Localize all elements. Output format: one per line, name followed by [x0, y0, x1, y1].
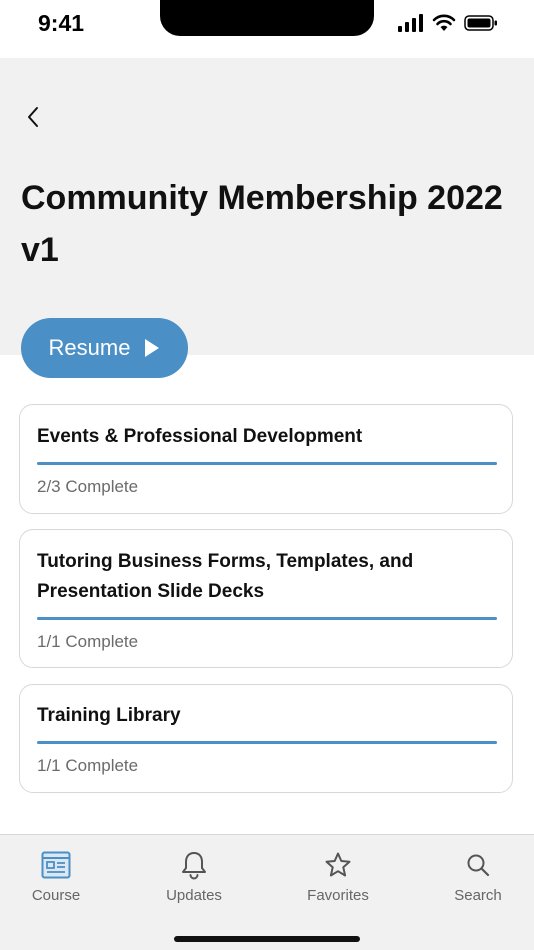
progress-fill: [37, 462, 497, 465]
home-indicator: [174, 936, 360, 942]
progress-bar: [37, 741, 497, 744]
search-icon: [462, 849, 494, 881]
card-title: Events & Professional Development: [37, 426, 363, 447]
module-card-tutoring-forms[interactable]: Tutoring Business Forms, Templates, and …: [19, 529, 513, 668]
resume-button[interactable]: Resume: [21, 318, 188, 378]
signal-icon: [398, 14, 423, 32]
progress-bar: [37, 617, 497, 620]
status-time: 9:41: [38, 10, 85, 36]
bell-icon: [178, 849, 210, 881]
back-button[interactable]: [18, 100, 48, 134]
progress-fill: [37, 741, 497, 744]
course-icon: [40, 849, 72, 881]
tab-course[interactable]: Course: [6, 849, 106, 909]
progress-fill: [37, 617, 497, 620]
battery-icon: [464, 15, 497, 31]
play-icon: [145, 339, 160, 357]
module-card-events[interactable]: Events & Professional Development 2/3 Co…: [19, 404, 513, 514]
resume-label: Resume: [48, 335, 131, 360]
star-icon: [322, 849, 354, 881]
camera-notch: [160, 0, 374, 36]
tab-updates[interactable]: Updates: [144, 849, 244, 909]
tab-label: Search: [454, 887, 502, 904]
module-card-training-library[interactable]: Training Library 1/1 Complete: [19, 684, 513, 793]
chevron-left-icon: [28, 107, 38, 127]
tab-favorites[interactable]: Favorites: [288, 849, 388, 909]
page-title: Community Membership 2022 v1: [21, 179, 503, 269]
card-status: 1/1 Complete: [37, 632, 139, 651]
card-title: Tutoring Business Forms, Templates, and …: [37, 551, 414, 602]
tab-search[interactable]: Search: [428, 849, 528, 909]
tab-bar: Course Updates Favorites Search: [0, 834, 534, 950]
card-status: 2/3 Complete: [37, 477, 139, 496]
status-icons: [398, 14, 498, 32]
tab-label: Course: [31, 887, 81, 904]
status-bar: 9:41: [0, 0, 534, 58]
progress-bar: [37, 462, 497, 465]
card-title: Training Library: [37, 705, 181, 726]
tab-label: Favorites: [307, 887, 369, 904]
tab-label: Updates: [166, 887, 222, 904]
wifi-icon: [432, 14, 456, 31]
card-status: 1/1 Complete: [37, 756, 139, 775]
